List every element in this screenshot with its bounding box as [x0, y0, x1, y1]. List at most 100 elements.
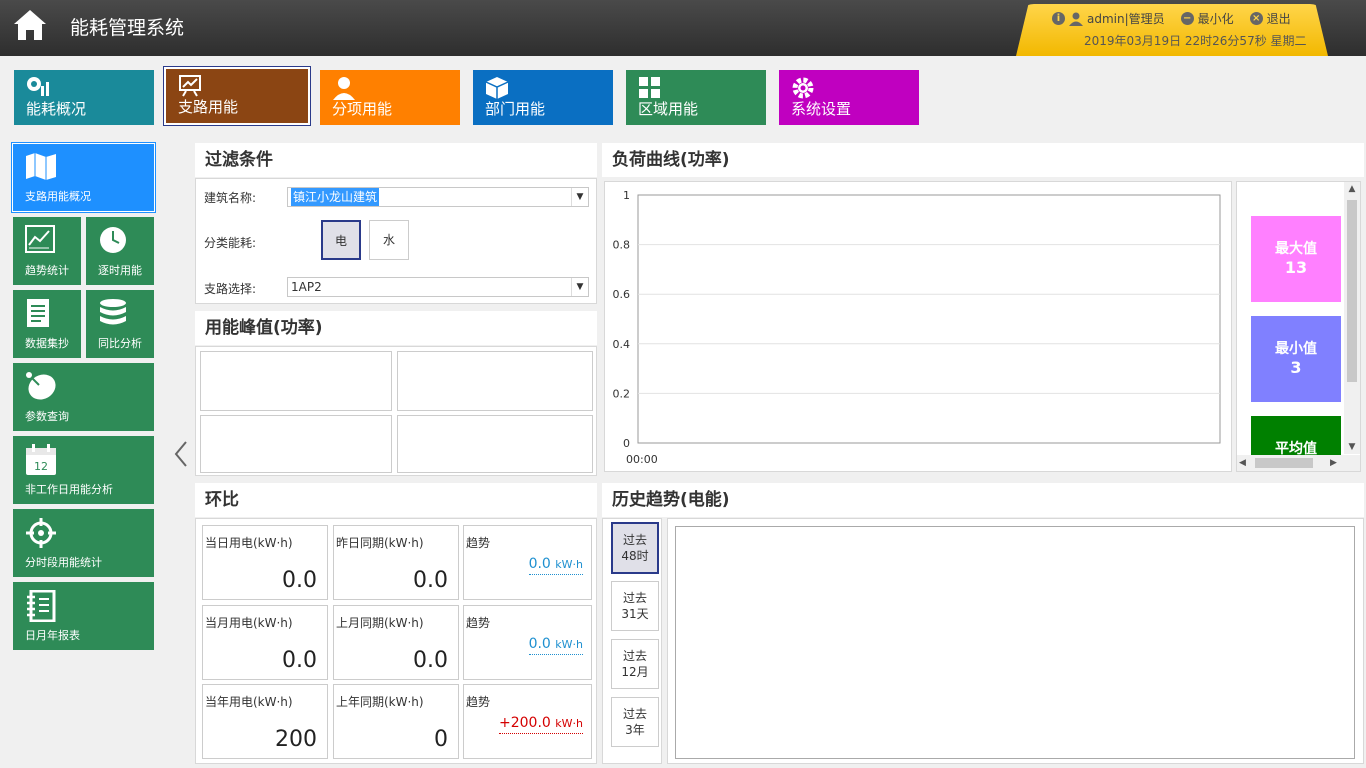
avg-label: 平均值 [1275, 441, 1317, 456]
range-31d-button[interactable]: 过去 31天 [611, 581, 659, 631]
sidebar-item-label: 趋势统计 [25, 264, 69, 277]
svg-text:12: 12 [34, 460, 48, 473]
title-bar: 能耗管理系统 i admin|管理员 − 最小化 × 退出 2019年03月19… [0, 0, 1366, 56]
sidebar-item-label: 支路用能概况 [25, 190, 91, 203]
avg-value-card: 平均值 [1251, 416, 1341, 456]
grid-icon [639, 77, 660, 98]
dropdown-arrow-icon[interactable]: ▼ [571, 278, 588, 296]
y-tick-label: 0 [623, 437, 630, 450]
sidebar-item-yoy[interactable]: 同比分析 [86, 290, 154, 358]
scroll-thumb[interactable] [1347, 200, 1357, 382]
exit-button[interactable]: 退出 [1267, 10, 1291, 27]
sidebar-item-hourly[interactable]: 逐时用能 [86, 217, 154, 285]
home-icon[interactable] [12, 8, 48, 42]
plot-area [637, 194, 1221, 444]
stat-label: 当月用电(kW·h) [205, 616, 293, 630]
load-curve-chart: 1 0.8 0.6 0.4 0.2 0 00:00 [604, 181, 1232, 472]
trend-value: 0.0 kW·h [528, 636, 583, 655]
nav-branch-energy[interactable]: 支路用能 [163, 66, 311, 126]
person-icon [333, 77, 355, 100]
history-chart-area [675, 526, 1355, 759]
clock-icon [100, 227, 126, 253]
trend-value: 0.0 kW·h [528, 556, 583, 575]
nav-system-settings[interactable]: 系统设置 [779, 70, 919, 125]
min-value-card: 最小值 3 [1251, 316, 1341, 402]
crosshair-icon [26, 518, 56, 548]
sidebar-item-branch-overview[interactable]: 支路用能概况 [11, 142, 156, 213]
collapse-sidebar-arrow[interactable] [174, 440, 188, 475]
range-3y-button[interactable]: 过去 3年 [611, 697, 659, 747]
sidebar-item-reports[interactable]: 日月年报表 [13, 582, 154, 650]
sidebar-item-label: 非工作日用能分析 [25, 483, 113, 496]
category-water-button[interactable]: 水 [369, 220, 409, 260]
range-48h-button[interactable]: 过去 48时 [611, 522, 659, 574]
nav-label: 能耗概况 [26, 100, 87, 118]
scroll-right-icon[interactable]: ▶ [1330, 455, 1342, 471]
map-icon [26, 153, 56, 180]
app-title: 能耗管理系统 [70, 17, 185, 39]
sidebar-item-label: 日月年报表 [25, 629, 80, 642]
sidebar-item-period-stats[interactable]: 分时段用能统计 [13, 509, 154, 577]
scroll-thumb[interactable] [1255, 458, 1313, 468]
load-curve-svg: 1 0.8 0.6 0.4 0.2 0 00:00 [613, 189, 1221, 466]
dropdown-arrow-icon[interactable]: ▼ [571, 188, 588, 206]
vertical-scrollbar[interactable]: ▲ ▼ [1344, 182, 1360, 454]
info-icon[interactable]: i [1052, 12, 1065, 25]
stat-label: 上月同期(kW·h) [336, 616, 424, 630]
minimize-icon[interactable]: − [1180, 12, 1194, 25]
max-label: 最大值 [1275, 241, 1317, 257]
chevron-left-icon [174, 441, 187, 467]
current-month-cell: 当月用电(kW·h) 0.0 [202, 605, 328, 680]
nav-label: 部门用能 [485, 100, 546, 118]
y-tick-label: 0.8 [613, 239, 631, 252]
satellite-icon [26, 372, 56, 400]
nav-area-energy[interactable]: 区域用能 [626, 70, 766, 125]
history-range-panel: 过去 48时 过去 31天 过去 12月 过去 3年 [602, 518, 662, 764]
user-row: i admin|管理员 − 最小化 × 退出 [1052, 10, 1291, 27]
stat-value: 0.0 [282, 568, 317, 593]
trend-value: +200.0 kW·h [499, 715, 583, 734]
load-stats-panel: 最大值 13 最小值 3 平均值 ▲ ▼ ◀ ▶ [1236, 181, 1361, 472]
x-tick-label: 00:00 [626, 453, 658, 466]
nav-department-energy[interactable]: 部门用能 [473, 70, 613, 125]
sidebar-item-label: 逐时用能 [98, 264, 142, 277]
stat-label: 昨日同期(kW·h) [336, 536, 424, 550]
building-select[interactable]: 镇江小龙山建筑 ▼ [287, 187, 589, 207]
current-year-cell: 当年用电(kW·h) 200 [202, 684, 328, 759]
min-value: 3 [1290, 358, 1302, 377]
nav-energy-overview[interactable]: 能耗概况 [14, 70, 154, 125]
range-12m-button[interactable]: 过去 12月 [611, 639, 659, 689]
stat-label: 当年用电(kW·h) [205, 695, 293, 709]
filter-panel: 建筑名称: 镇江小龙山建筑 ▼ 分类能耗: 电 水 支路选择: 1AP2 ▼ [195, 178, 597, 304]
gear-icon [792, 77, 814, 99]
scroll-up-icon[interactable]: ▲ [1344, 182, 1360, 196]
presentation-chart-icon [179, 75, 201, 97]
branch-label: 支路选择: [204, 282, 257, 296]
ratio-title: 环比 [195, 483, 597, 517]
stat-value: 0 [434, 727, 448, 752]
sidebar-item-param-query[interactable]: 参数查询 [13, 363, 154, 431]
stat-label: 上年同期(kW·h) [336, 695, 424, 709]
minimize-button[interactable]: 最小化 [1198, 10, 1234, 27]
horizontal-scrollbar[interactable]: ◀ ▶ [1237, 455, 1360, 471]
trend-chart-icon [25, 225, 55, 253]
y-tick-label: 0.2 [613, 387, 631, 400]
nav-itemized-energy[interactable]: 分项用能 [320, 70, 460, 125]
sidebar-item-nonworkday[interactable]: 12 非工作日用能分析 [13, 436, 154, 504]
sidebar-item-trend[interactable]: 趋势统计 [13, 217, 81, 285]
prev-year-cell: 上年同期(kW·h) 0 [333, 684, 459, 759]
prev-month-cell: 上月同期(kW·h) 0.0 [333, 605, 459, 680]
notebook-icon [27, 590, 56, 622]
sidebar-item-data-collect[interactable]: 数据集抄 [13, 290, 81, 358]
scroll-down-icon[interactable]: ▼ [1344, 440, 1360, 454]
stat-label: 趋势 [466, 616, 491, 630]
filter-title: 过滤条件 [195, 143, 597, 177]
category-label: 分类能耗: [204, 236, 257, 250]
branch-select[interactable]: 1AP2 ▼ [287, 277, 589, 297]
close-icon[interactable]: × [1249, 12, 1263, 25]
stat-value: 200 [275, 727, 317, 752]
category-electric-button[interactable]: 电 [321, 220, 361, 260]
user-icon [1069, 12, 1083, 26]
scroll-left-icon[interactable]: ◀ [1239, 455, 1251, 471]
peak-cell [200, 351, 392, 411]
